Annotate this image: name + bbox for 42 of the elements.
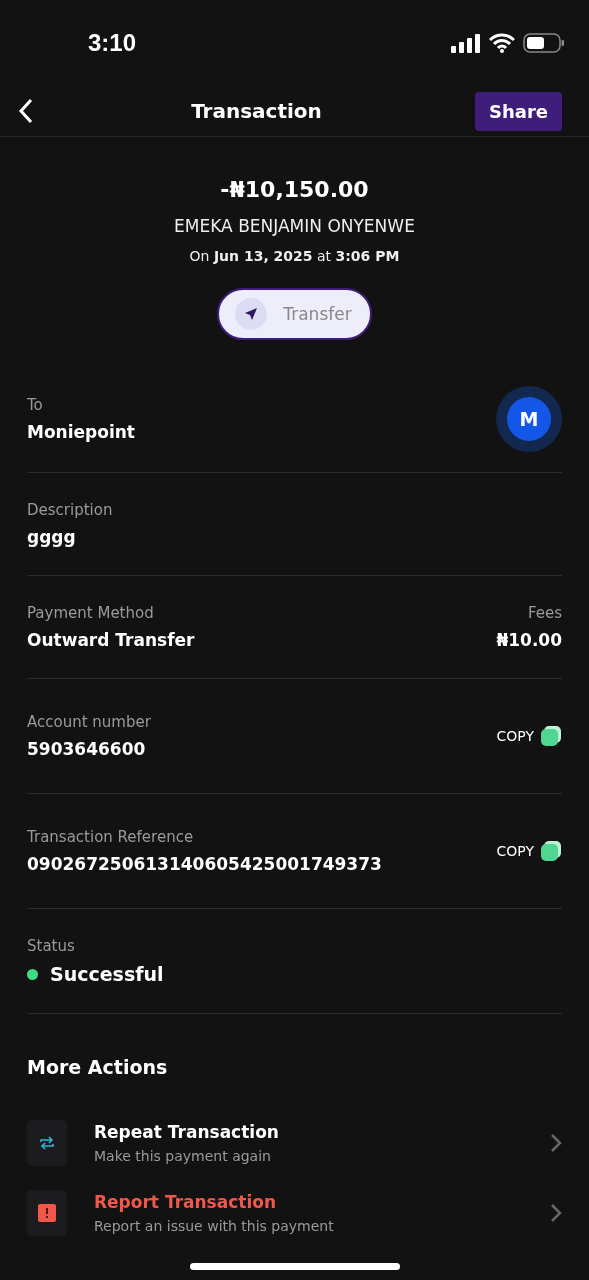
repeat-icon	[39, 1136, 55, 1150]
field-label: Fees	[527, 604, 562, 622]
back-icon	[18, 98, 34, 124]
battery-icon	[523, 33, 565, 53]
action-subtitle: Report an issue with this payment	[94, 1218, 335, 1234]
field-value: gggg	[27, 527, 76, 547]
share-button[interactable]: Share	[475, 91, 562, 131]
signal-icon	[451, 33, 481, 53]
field-value: Outward Transfer	[27, 630, 195, 650]
copy-button[interactable]: COPY	[496, 725, 562, 747]
field-value: Moniepoint	[27, 422, 135, 442]
send-icon	[235, 298, 268, 330]
status-time: 3:10	[88, 29, 137, 57]
amount: -₦10,150.00	[220, 177, 369, 202]
avatar-letter: M	[507, 397, 551, 441]
field-value: 090267250613140605425001749373	[27, 854, 382, 874]
copy-icon	[540, 840, 562, 862]
copy-button[interactable]: COPY	[496, 840, 562, 862]
field-label: To	[27, 396, 43, 414]
field-label: Payment Method	[27, 604, 154, 622]
copy-icon	[540, 725, 562, 747]
recipient-name: EMEKA BENJAMIN ONYENWE	[174, 216, 415, 236]
action-subtitle: Make this payment again	[94, 1148, 272, 1164]
chevron-right-icon	[550, 1133, 562, 1153]
field-label: Status	[27, 937, 75, 955]
alert-icon	[38, 1204, 56, 1222]
status-value: Successful	[50, 963, 164, 985]
section-title: More Actions	[26, 1055, 169, 1080]
field-label: Transaction Reference	[27, 828, 194, 846]
type-label: Transfer	[283, 304, 352, 324]
field-label: Description	[27, 501, 113, 519]
field-value: ₦10.00	[496, 630, 562, 650]
field-label: Account number	[27, 713, 151, 731]
action-title: Repeat Transaction	[94, 1122, 280, 1142]
field-value: 5903646600	[27, 739, 146, 759]
action-title: Report Transaction	[94, 1192, 277, 1212]
chevron-right-icon	[550, 1203, 562, 1223]
action-row[interactable]: Repeat Transaction Make this payment again	[0, 1108, 589, 1178]
transaction-date: On Jun 13, 2025 at 3:06 PM	[189, 248, 400, 264]
action-row[interactable]: Report Transaction Report an issue with this payment	[0, 1178, 589, 1248]
wifi-icon	[489, 33, 515, 53]
page-title: Transaction	[191, 99, 322, 123]
